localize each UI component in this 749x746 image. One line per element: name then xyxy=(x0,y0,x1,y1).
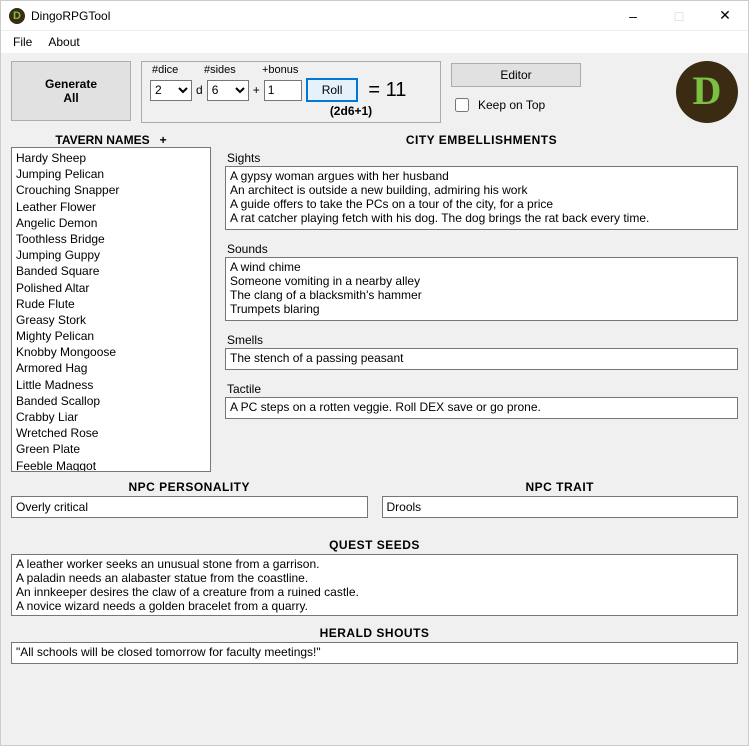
menu-about[interactable]: About xyxy=(48,35,79,49)
list-item[interactable]: Green Plate xyxy=(16,441,206,457)
generate-all-button[interactable]: Generate All xyxy=(11,61,131,121)
list-item[interactable]: Feeble Maggot xyxy=(16,458,206,472)
list-item[interactable]: Little Madness xyxy=(16,377,206,393)
herald-field[interactable]: "All schools will be closed tomorrow for… xyxy=(11,642,738,664)
npc-personality-field[interactable] xyxy=(11,496,368,518)
menubar: File About xyxy=(1,31,748,53)
npc-trait-header: NPC TRAIT xyxy=(382,480,739,494)
npc-trait-field[interactable] xyxy=(382,496,739,518)
tactile-field[interactable]: A PC steps on a rotten veggie. Roll DEX … xyxy=(225,397,738,419)
minimize-button[interactable]: – xyxy=(610,1,656,31)
list-item[interactable]: Banded Scallop xyxy=(16,393,206,409)
list-item[interactable]: Jumping Guppy xyxy=(16,247,206,263)
list-item[interactable]: Jumping Pelican xyxy=(16,166,206,182)
bonus-input[interactable] xyxy=(264,80,302,101)
list-item[interactable]: Knobby Mongoose xyxy=(16,344,206,360)
list-item[interactable]: Angelic Demon xyxy=(16,215,206,231)
editor-button[interactable]: Editor xyxy=(451,63,581,87)
smells-field[interactable]: The stench of a passing peasant xyxy=(225,348,738,370)
list-item[interactable]: Polished Altar xyxy=(16,280,206,296)
keep-on-top-checkbox[interactable] xyxy=(455,98,469,112)
tavern-list[interactable]: Hardy SheepJumping PelicanCrouching Snap… xyxy=(11,147,211,472)
tavern-header: TAVERN NAMES xyxy=(55,133,149,147)
menu-file[interactable]: File xyxy=(13,35,32,49)
plus-separator: + xyxy=(253,83,260,97)
window-title: DingoRPGTool xyxy=(31,9,110,23)
titlebar: D DingoRPGTool – □ ✕ xyxy=(1,1,748,31)
logo: D xyxy=(676,61,738,123)
app-icon: D xyxy=(9,8,25,24)
keep-on-top-label: Keep on Top xyxy=(478,98,545,112)
sides-select[interactable]: 6 xyxy=(207,80,249,101)
tactile-label: Tactile xyxy=(227,382,738,396)
list-item[interactable]: Toothless Bridge xyxy=(16,231,206,247)
list-item[interactable]: Banded Square xyxy=(16,263,206,279)
list-item[interactable]: Armored Hag xyxy=(16,360,206,376)
sides-label: #sides xyxy=(204,64,252,76)
list-item[interactable]: Greasy Stork xyxy=(16,312,206,328)
list-item[interactable]: Hardy Sheep xyxy=(16,150,206,166)
num-dice-label: #dice xyxy=(152,64,194,76)
sounds-field[interactable]: A wind chime Someone vomiting in a nearb… xyxy=(225,257,738,321)
roll-formula: (2d6+1) xyxy=(150,104,432,118)
bonus-label: +bonus xyxy=(262,64,298,76)
list-item[interactable]: Mighty Pelican xyxy=(16,328,206,344)
sounds-label: Sounds xyxy=(227,242,738,256)
smells-label: Smells xyxy=(227,333,738,347)
d-separator: d xyxy=(196,83,203,97)
list-item[interactable]: Crabby Liar xyxy=(16,409,206,425)
sights-field[interactable]: A gypsy woman argues with her husband An… xyxy=(225,166,738,230)
list-item[interactable]: Wretched Rose xyxy=(16,425,206,441)
quest-header: QUEST SEEDS xyxy=(11,538,738,552)
num-dice-select[interactable]: 2 xyxy=(150,80,192,101)
dice-panel: #dice #sides +bonus 2 d 6 + Roll = 11 (2… xyxy=(141,61,441,123)
list-item[interactable]: Crouching Snapper xyxy=(16,182,206,198)
npc-personality-header: NPC PERSONALITY xyxy=(11,480,368,494)
logo-letter: D xyxy=(693,67,722,114)
list-item[interactable]: Leather Flower xyxy=(16,199,206,215)
close-button[interactable]: ✕ xyxy=(702,1,748,31)
roll-button[interactable]: Roll xyxy=(306,78,359,102)
herald-header: HERALD SHOUTS xyxy=(11,626,738,640)
embellishments-header: CITY EMBELLISHMENTS xyxy=(225,133,738,147)
list-item[interactable]: Rude Flute xyxy=(16,296,206,312)
quest-field[interactable]: A leather worker seeks an unusual stone … xyxy=(11,554,738,616)
tavern-plus-button[interactable]: + xyxy=(160,133,167,147)
sights-label: Sights xyxy=(227,151,738,165)
maximize-button[interactable]: □ xyxy=(656,1,702,31)
roll-result: = 11 xyxy=(368,79,406,102)
keep-on-top-row[interactable]: Keep on Top xyxy=(451,95,581,115)
